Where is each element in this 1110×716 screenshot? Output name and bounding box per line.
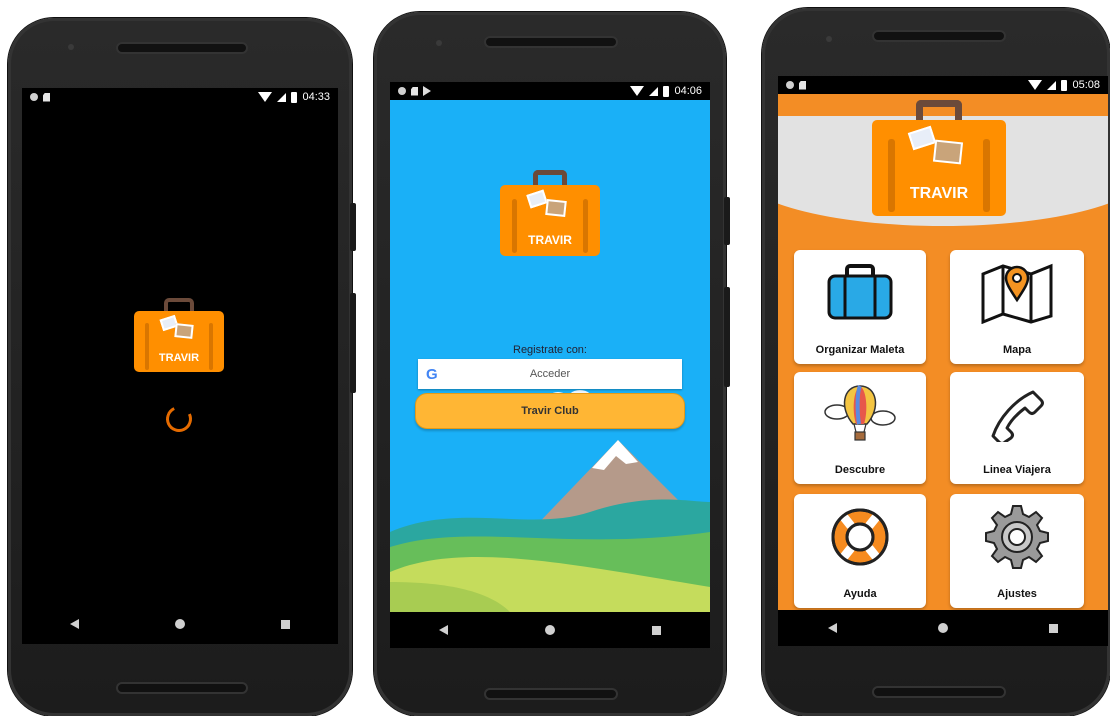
bottom-speaker [116,682,248,694]
back-icon[interactable] [70,619,79,629]
phone-menu: 05:08 TRAVIR Organizar Maleta Mapa Descu… [762,8,1110,716]
back-icon[interactable] [828,623,838,633]
signal-icon [1047,80,1057,90]
back-icon[interactable] [438,625,448,635]
recent-apps-icon[interactable] [281,619,290,629]
tile-mapa[interactable]: Mapa [950,250,1084,364]
travir-club-button[interactable]: Travir Club [415,393,685,429]
signal-icon [277,92,287,102]
phone-login: 04:06 TRAVIR Registrate con: G Acceder T… [374,12,730,716]
bottom-speaker [484,688,618,700]
google-icon: G [426,365,438,383]
nav-bar [22,604,338,644]
register-label: Registrate con: [513,344,587,356]
tile-label: Ayuda [843,588,877,600]
notification-dot-icon [30,93,38,101]
tile-label: Linea Viajera [983,464,1051,476]
battery-icon [1061,79,1068,91]
home-icon[interactable] [175,619,185,629]
battery-icon [291,91,298,103]
front-camera [436,40,442,46]
nav-bar [390,612,710,648]
phone-handset-icon [991,390,1044,442]
gear-icon [985,505,1049,569]
home-icon[interactable] [937,623,948,633]
hot-air-balloon-icon [824,385,896,441]
status-bar: 04:06 [390,82,710,100]
sd-card-icon [799,80,806,90]
tile-label: Organizar Maleta [815,344,905,356]
screen-splash: 04:33 TRAVIR [22,88,338,644]
front-camera [826,36,832,42]
logo-text: TRAVIR [528,232,572,247]
play-store-icon [423,86,431,96]
status-time: 05:08 [1072,79,1100,91]
tile-label: Descubre [834,464,886,476]
tile-organizar-maleta[interactable]: Organizar Maleta [794,250,926,364]
sd-card-icon [43,92,50,102]
app-logo: TRAVIR [500,170,600,256]
top-speaker [116,42,248,54]
google-signin-button[interactable]: G Acceder [418,359,682,389]
tile-label: Ajustes [997,588,1037,600]
power-button [350,203,356,251]
logo-text: TRAVIR [909,185,969,203]
app-logo: TRAVIR [134,298,224,372]
google-button-label: Acceder [529,368,571,380]
wifi-icon [630,86,645,96]
wifi-icon [1028,80,1043,90]
notification-dot-icon [786,81,794,89]
map-pin-icon [981,263,1053,324]
home-icon[interactable] [544,625,555,635]
recent-apps-icon[interactable] [652,625,662,635]
tile-descubre[interactable]: Descubre [794,372,926,484]
tile-linea-viajera[interactable]: Linea Viajera [950,372,1084,484]
front-camera [68,44,74,50]
power-button [724,197,730,245]
status-bar: 05:08 [778,76,1108,94]
top-speaker [484,36,618,48]
tile-label: Mapa [1002,344,1032,356]
wifi-icon [258,92,273,102]
tile-ajustes[interactable]: Ajustes [950,494,1084,608]
logo-text: TRAVIR [158,352,200,365]
volume-button [724,287,730,387]
tile-ayuda[interactable]: Ayuda [794,494,926,608]
status-time: 04:33 [302,91,330,103]
status-time: 04:06 [674,85,702,97]
recent-apps-icon[interactable] [1048,623,1058,633]
notification-dot-icon [398,87,406,95]
screen-menu: 05:08 TRAVIR Organizar Maleta Mapa Descu… [778,76,1108,646]
volume-button [350,293,356,393]
lifebuoy-icon [831,508,889,566]
sd-card-icon [411,86,418,96]
top-speaker [872,30,1006,42]
battery-icon [663,85,670,97]
nav-bar [778,610,1108,646]
suitcase-icon [827,264,893,320]
signal-icon [649,86,659,96]
status-bar: 04:33 [22,88,338,106]
app-logo: TRAVIR [872,100,1006,216]
phone-splash: 04:33 TRAVIR [8,18,356,716]
screen-login: 04:06 TRAVIR Registrate con: G Acceder T… [390,82,710,648]
loading-spinner [162,402,196,436]
bottom-speaker [872,686,1006,698]
